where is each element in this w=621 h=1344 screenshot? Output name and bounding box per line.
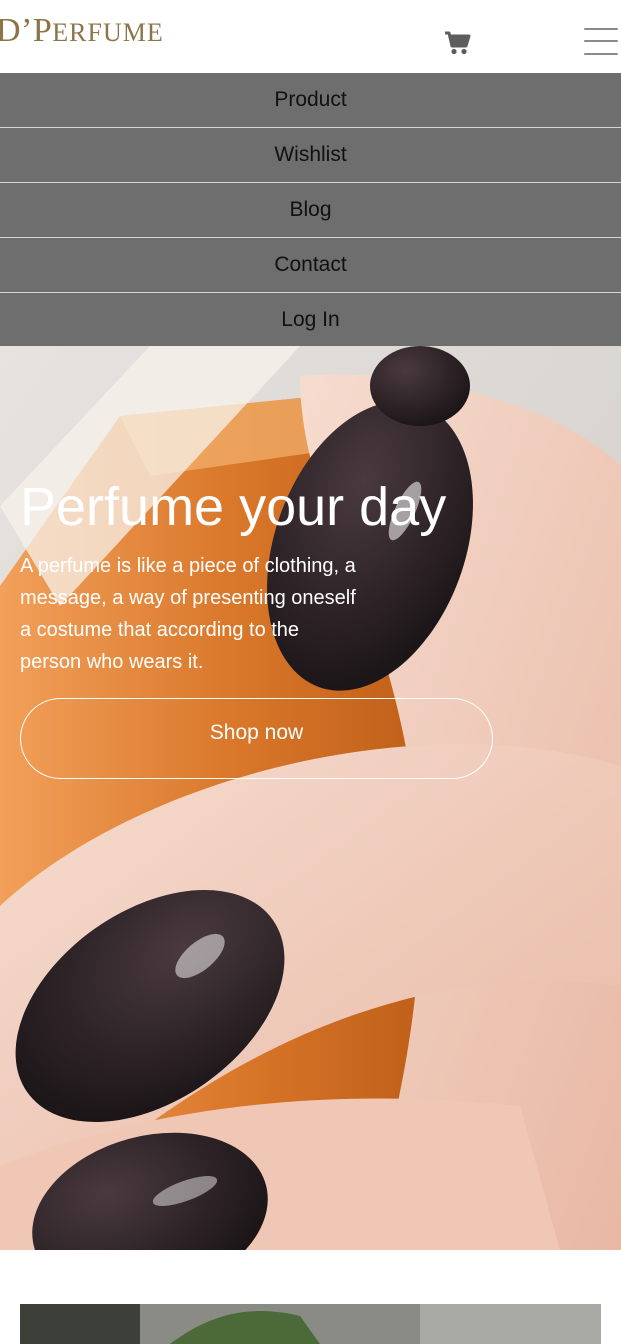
shop-now-button[interactable]: Shop now bbox=[20, 698, 493, 779]
nav-item-contact[interactable]: Contact bbox=[0, 238, 621, 293]
nav-menu: Product Wishlist Blog Contact Log In bbox=[0, 73, 621, 347]
hero-title: Perfume your day bbox=[20, 477, 447, 537]
nav-item-blog[interactable]: Blog bbox=[0, 183, 621, 238]
site-header: D’PERFUME bbox=[0, 0, 621, 73]
hamburger-menu-icon[interactable] bbox=[584, 28, 618, 56]
hero-text-line: message, a way of presenting oneself bbox=[20, 587, 356, 609]
nav-item-wishlist[interactable]: Wishlist bbox=[0, 128, 621, 183]
hero-text-line: A perfume is like a piece of clothing, a bbox=[20, 555, 356, 577]
nav-item-login[interactable]: Log In bbox=[0, 293, 621, 347]
hero-description: A perfume is like a piece of clothing, a… bbox=[20, 550, 410, 678]
nav-item-product[interactable]: Product bbox=[0, 73, 621, 128]
featured-image bbox=[20, 1304, 601, 1344]
brand-logo[interactable]: D’PERFUME bbox=[0, 14, 164, 48]
shopping-cart-icon[interactable] bbox=[444, 30, 472, 56]
shop-now-label: Shop now bbox=[209, 721, 304, 744]
hero-text-line: a costume that according to the bbox=[20, 619, 300, 641]
featured-image-preview bbox=[20, 1304, 601, 1344]
hero-text-line: person who wears it. bbox=[20, 651, 204, 673]
hero-section: Perfume your day A perfume is like a pie… bbox=[0, 346, 621, 1250]
